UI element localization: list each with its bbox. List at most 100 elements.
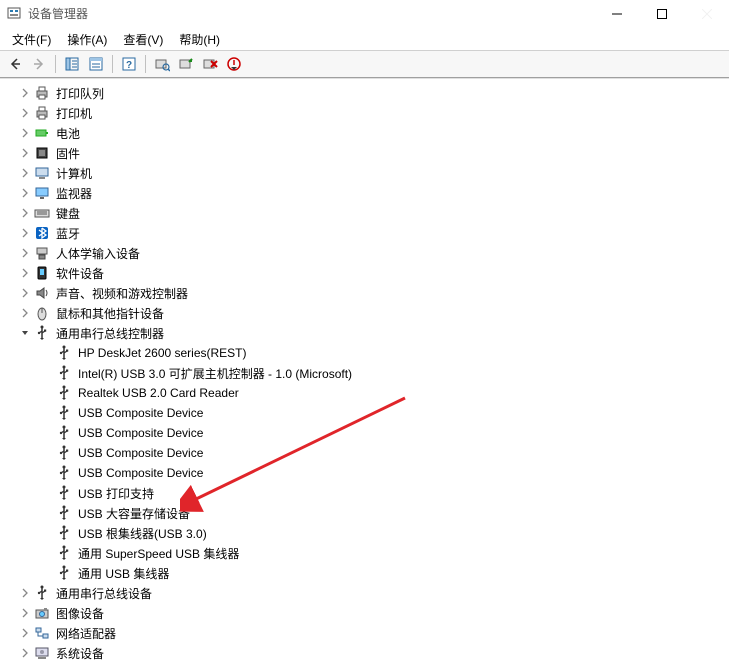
back-button[interactable] [4,53,26,75]
help-button-tb[interactable]: ? [118,53,140,75]
tree-item[interactable]: Realtek USB 2.0 Card Reader [0,383,729,403]
usb-device-icon [56,545,72,561]
disable-device-button[interactable] [223,53,245,75]
chevron-right-icon[interactable] [18,186,32,200]
tree-item[interactable]: 打印队列 [0,83,729,103]
usb-device-icon [56,405,72,421]
tree-item[interactable]: HP DeskJet 2600 series(REST) [0,343,729,363]
tree-item[interactable]: 键盘 [0,203,729,223]
software-device-icon [34,265,50,281]
tree-item[interactable]: 打印机 [0,103,729,123]
chevron-right-icon[interactable] [18,106,32,120]
tree-item-label: 人体学输入设备 [54,244,142,263]
tree-item[interactable]: 监视器 [0,183,729,203]
tree-item-label: USB 根集线器(USB 3.0) [76,524,209,543]
tree-item-label: 通用串行总线设备 [54,584,154,603]
usb-device-icon [56,425,72,441]
usb-device-icon [56,525,72,541]
tree-item[interactable]: 网络适配器 [0,623,729,643]
tree-item[interactable]: 软件设备 [0,263,729,283]
tree-item[interactable]: 声音、视频和游戏控制器 [0,283,729,303]
tree-item-label: 通用 USB 集线器 [76,564,171,583]
tree-item[interactable]: 人体学输入设备 [0,243,729,263]
usb-device-icon [56,445,72,461]
usb-device-icon [56,345,72,361]
minimize-button[interactable] [594,0,639,28]
close-button[interactable] [684,0,729,28]
tree-item[interactable]: USB 打印支持 [0,483,729,503]
bluetooth-icon [34,225,50,241]
chevron-down-icon[interactable] [18,326,32,340]
menu-action[interactable]: 操作(A) [59,29,115,50]
chevron-right-icon[interactable] [18,586,32,600]
window-title: 设备管理器 [28,5,88,22]
imaging-icon [34,605,50,621]
tree-item[interactable]: USB Composite Device [0,463,729,483]
chevron-right-icon[interactable] [18,626,32,640]
keyboard-icon [34,205,50,221]
usb-device-icon [56,565,72,581]
tree-item[interactable]: 鼠标和其他指针设备 [0,303,729,323]
tree-item[interactable]: USB Composite Device [0,403,729,423]
usb-device-icon [56,485,72,501]
usb-device-icon [56,365,72,381]
tree-item[interactable]: 电池 [0,123,729,143]
tree-item[interactable]: USB 根集线器(USB 3.0) [0,523,729,543]
chevron-right-icon[interactable] [18,126,32,140]
chevron-right-icon[interactable] [18,246,32,260]
menu-file[interactable]: 文件(F) [4,29,59,50]
chevron-right-icon[interactable] [18,646,32,660]
tree-item[interactable]: USB 大容量存储设备 [0,503,729,523]
tree-item-label: 图像设备 [54,604,106,623]
tree-item[interactable]: 固件 [0,143,729,163]
tree-item-label: Realtek USB 2.0 Card Reader [76,385,241,401]
tree-item-label: USB 大容量存储设备 [76,504,192,523]
chevron-right-icon[interactable] [18,266,32,280]
uninstall-device-button[interactable] [199,53,221,75]
tree-item[interactable]: 通用串行总线设备 [0,583,729,603]
toolbar-separator [112,55,113,73]
menu-help[interactable]: 帮助(H) [171,29,228,50]
chevron-right-icon[interactable] [18,86,32,100]
tree-item[interactable]: 计算机 [0,163,729,183]
tree-item-label: 网络适配器 [54,624,118,643]
tree-item[interactable]: Intel(R) USB 3.0 可扩展主机控制器 - 1.0 (Microso… [0,363,729,383]
toolbar-separator [145,55,146,73]
tree-item-label: USB 打印支持 [76,484,156,503]
device-tree[interactable]: 打印队列打印机电池固件计算机监视器键盘蓝牙人体学输入设备软件设备声音、视频和游戏… [0,78,729,664]
computer-icon [34,165,50,181]
tree-item[interactable]: 通用 SuperSpeed USB 集线器 [0,543,729,563]
chevron-right-icon[interactable] [18,166,32,180]
chevron-right-icon[interactable] [18,286,32,300]
network-icon [34,625,50,641]
tree-item[interactable]: 蓝牙 [0,223,729,243]
maximize-button[interactable] [639,0,684,28]
chevron-right-icon[interactable] [18,146,32,160]
chevron-right-icon[interactable] [18,206,32,220]
chevron-right-icon[interactable] [18,226,32,240]
tree-item-label: 打印队列 [54,84,106,103]
update-driver-button[interactable] [175,53,197,75]
properties-button[interactable] [85,53,107,75]
tree-item[interactable]: 系统设备 [0,643,729,663]
tree-item[interactable]: 图像设备 [0,603,729,623]
tree-item[interactable]: USB Composite Device [0,443,729,463]
tree-item-label: 监视器 [54,184,94,203]
tree-item-label: 通用 SuperSpeed USB 集线器 [76,544,241,563]
toolbar-separator [55,55,56,73]
tree-item-label: 蓝牙 [54,224,82,243]
scan-hardware-button[interactable] [151,53,173,75]
tree-item-label: 声音、视频和游戏控制器 [54,284,190,303]
mouse-icon [34,305,50,321]
forward-button[interactable] [28,53,50,75]
tree-item[interactable]: 通用串行总线控制器 [0,323,729,343]
tree-item[interactable]: 通用 USB 集线器 [0,563,729,583]
chevron-right-icon[interactable] [18,606,32,620]
show-hide-tree-button[interactable] [61,53,83,75]
chevron-right-icon[interactable] [18,306,32,320]
usb-controller-icon [34,325,50,341]
tree-item[interactable]: USB Composite Device [0,423,729,443]
tree-item-label: USB Composite Device [76,425,205,441]
menu-view[interactable]: 查看(V) [115,29,171,50]
tree-item-label: 软件设备 [54,264,106,283]
